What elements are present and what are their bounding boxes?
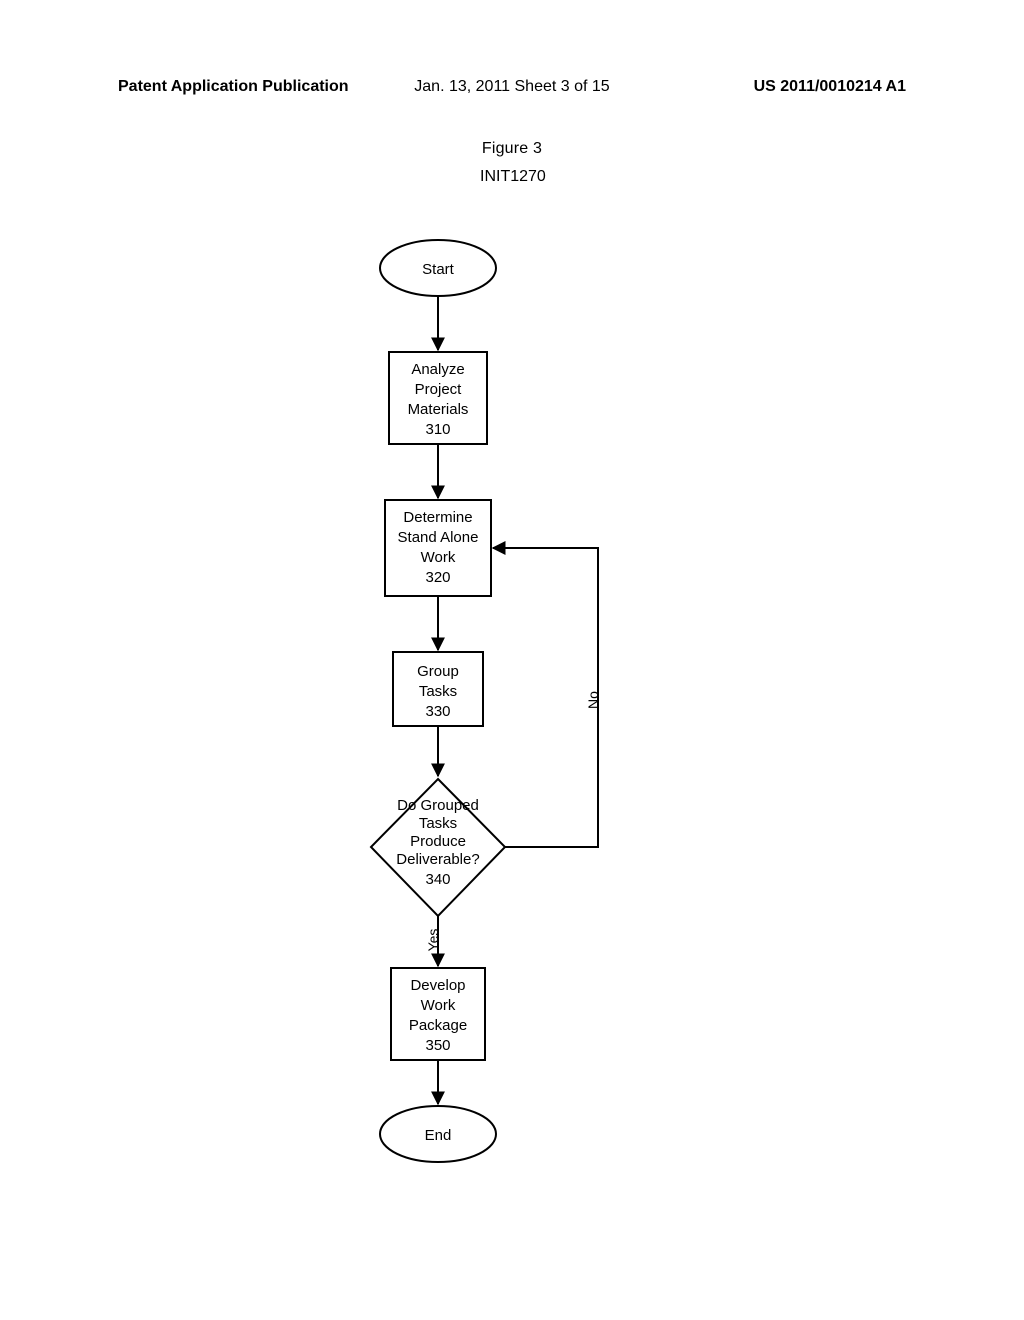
- start-label: Start: [422, 261, 455, 278]
- process-310-line1: Analyze: [411, 361, 464, 378]
- process-320-line1: Determine: [403, 509, 472, 526]
- decision-340-line5: 340: [425, 871, 450, 888]
- process-350-line2: Work: [421, 997, 456, 1014]
- process-330-line2: Tasks: [419, 683, 457, 700]
- process-320-line2: Stand Alone: [398, 529, 479, 546]
- decision-340-line1: Do Grouped: [397, 797, 479, 814]
- decision-340-line4: Deliverable?: [396, 851, 479, 868]
- process-310-line2: Project: [415, 381, 463, 398]
- decision-340-line2: Tasks: [419, 815, 457, 832]
- process-310-line3: Materials: [408, 401, 469, 418]
- process-330-line3: 330: [425, 703, 450, 720]
- page: Patent Application Publication Jan. 13, …: [0, 0, 1024, 1320]
- process-320-line4: 320: [425, 569, 450, 586]
- process-350-line4: 350: [425, 1037, 450, 1054]
- edge-no-label: No: [585, 691, 601, 709]
- flowchart: Start Analyze Project Materials 310 Dete…: [0, 0, 1024, 1320]
- edge-340-320-no: [493, 548, 598, 847]
- decision-340-line3: Produce: [410, 833, 466, 850]
- process-350-line1: Develop: [410, 977, 465, 994]
- end-label: End: [425, 1127, 452, 1144]
- edge-yes-label: Yes: [425, 929, 441, 952]
- process-330-line1: Group: [417, 663, 459, 680]
- process-320-line3: Work: [421, 549, 456, 566]
- process-310-line4: 310: [425, 421, 450, 438]
- process-350-line3: Package: [409, 1017, 467, 1034]
